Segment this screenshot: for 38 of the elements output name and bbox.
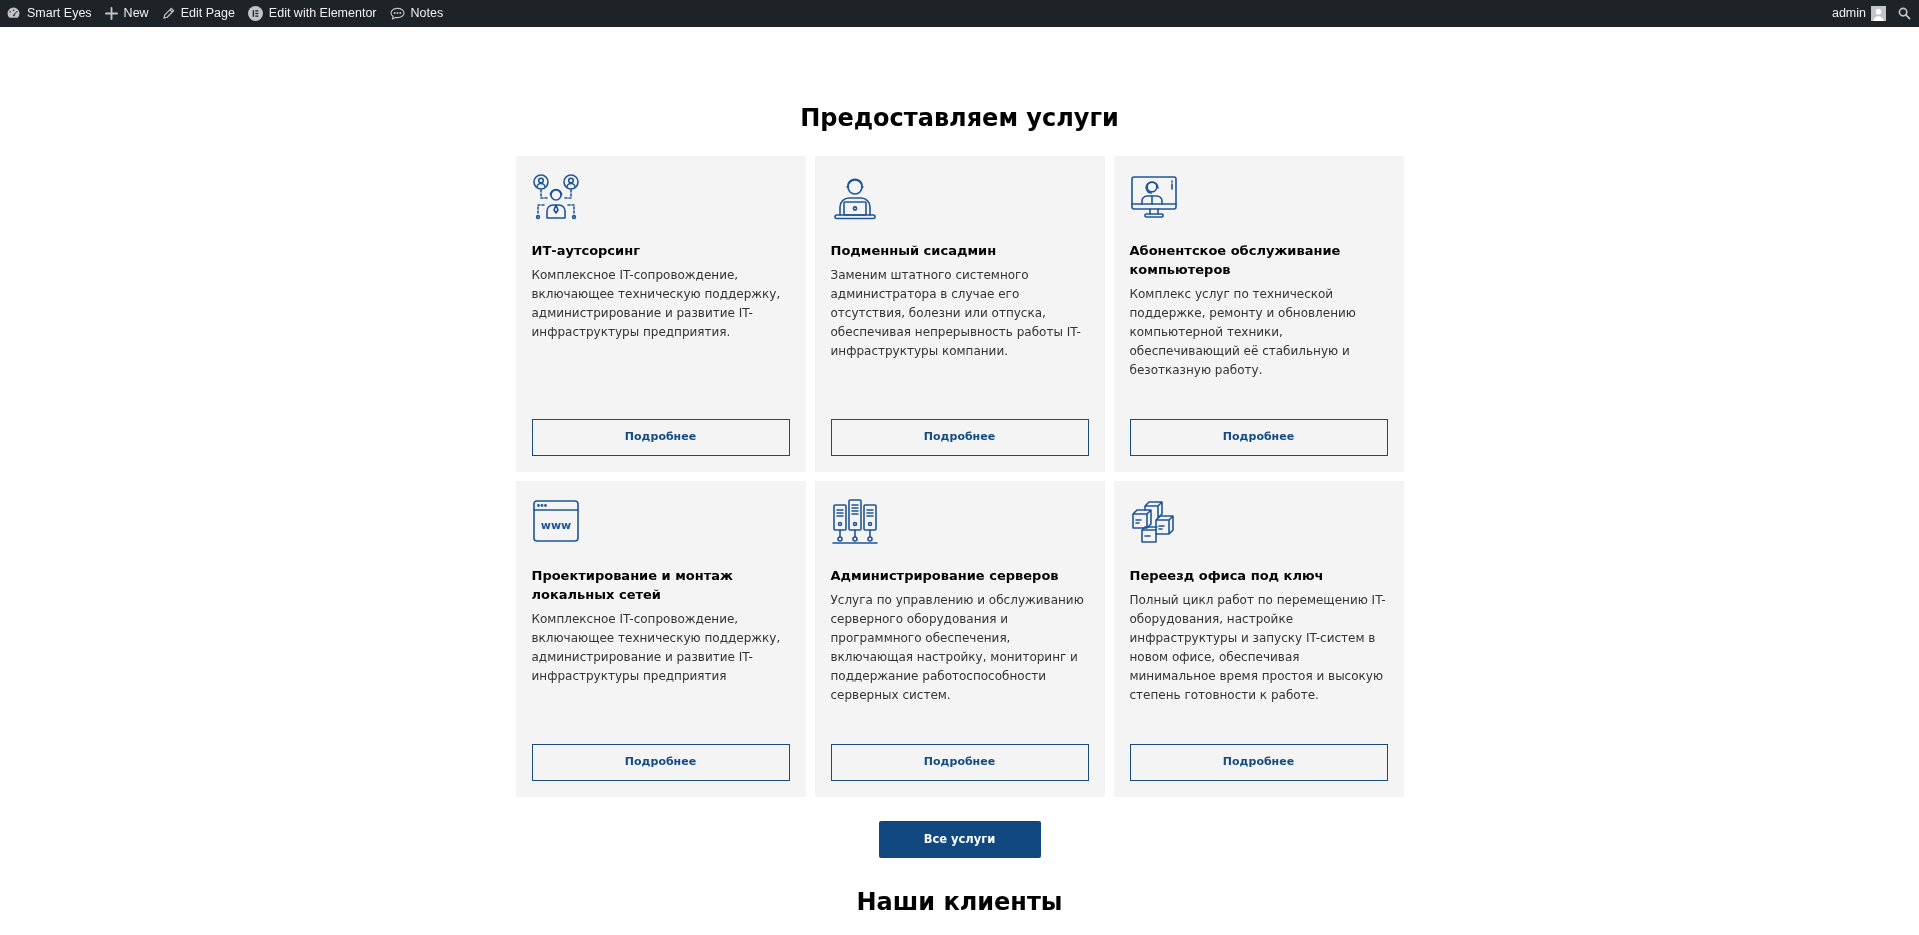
card-title: Подменный сисадмин <box>830 242 998 260</box>
admin-bar-link[interactable]: New <box>104 4 149 23</box>
section-heading: Предоставляем услуги <box>800 103 1119 134</box>
card-title: Проектирование и монтаж локальных сетей <box>531 567 734 604</box>
card-title: Переезд офиса под ключ <box>1129 567 1325 585</box>
all-services-button[interactable]: Все услуги <box>878 821 1041 858</box>
details-button[interactable]: Подробнее <box>830 419 1089 456</box>
details-button[interactable]: Подробнее <box>830 744 1089 781</box>
people-network-icon <box>531 173 580 221</box>
card-description: Заменим штатного системного администратора в случае его отсутствия, болезни или отпуска, обеспечивая непрерывность работы IT-инфраструктуры компании. <box>830 267 1082 360</box>
circle-bars-icon <box>247 6 263 21</box>
details-button[interactable]: Подробнее <box>531 744 790 781</box>
card-description: Комплексное IT-сопровождение, включающее техническую поддержку, администрирование и развитие IT-инфраструктуры предприятия. <box>531 267 782 341</box>
user-account-link[interactable]: admin <box>1831 4 1886 23</box>
search-icon <box>1898 7 1911 20</box>
pencil-icon <box>161 7 175 20</box>
card-description: Полный цикл работ по перемещению IT-оборудования, настройке инфраструктуры и запуску IT-систем в новом офисе, обеспечивая минимальное время простоя и высокую степень готовности к работе. <box>1129 592 1387 704</box>
plus-icon <box>104 7 118 20</box>
card-description: Комплексное IT-сопровождение, включающее техническую поддержку, администрирование и развитие IT-инфраструктуры предприятия <box>531 611 782 685</box>
details-button[interactable]: Подробнее <box>1129 744 1388 781</box>
search-button[interactable] <box>1898 7 1911 20</box>
card-title: Администрирование серверов <box>830 567 1060 585</box>
admin-bar-link[interactable]: Edit Page <box>161 4 235 23</box>
card-title: ИТ-аутсорсинг <box>531 242 641 260</box>
card-description: Услуга по управлению и обслуживанию серверного оборудования и программного обеспечения, включающая настройку, мониторинг и поддержание работоспособности серверных систем. <box>830 592 1085 704</box>
details-button[interactable]: Подробнее <box>1129 419 1388 456</box>
avatar-icon <box>1871 6 1886 21</box>
admin-bar-link[interactable]: Edit with Elementor <box>247 4 377 23</box>
section-heading: Наши клиенты <box>856 887 1063 918</box>
admin-bar-link[interactable]: Smart Eyes <box>6 4 92 23</box>
server-racks-icon <box>830 498 879 546</box>
card-title: Абонентское обслуживание компьютеров <box>1129 242 1342 279</box>
admin-bar-link[interactable]: Notes <box>389 4 444 23</box>
card-description: Комплекс услуг по технической поддержке, ремонту и обновлению компьютерной техники, обеспечивающий её стабильную и безотказную работу. <box>1129 286 1357 379</box>
speech-bubble-icon <box>389 7 405 20</box>
details-button[interactable]: Подробнее <box>531 419 790 456</box>
monitor-person-icon <box>1129 173 1178 221</box>
gauge-icon <box>6 6 21 21</box>
